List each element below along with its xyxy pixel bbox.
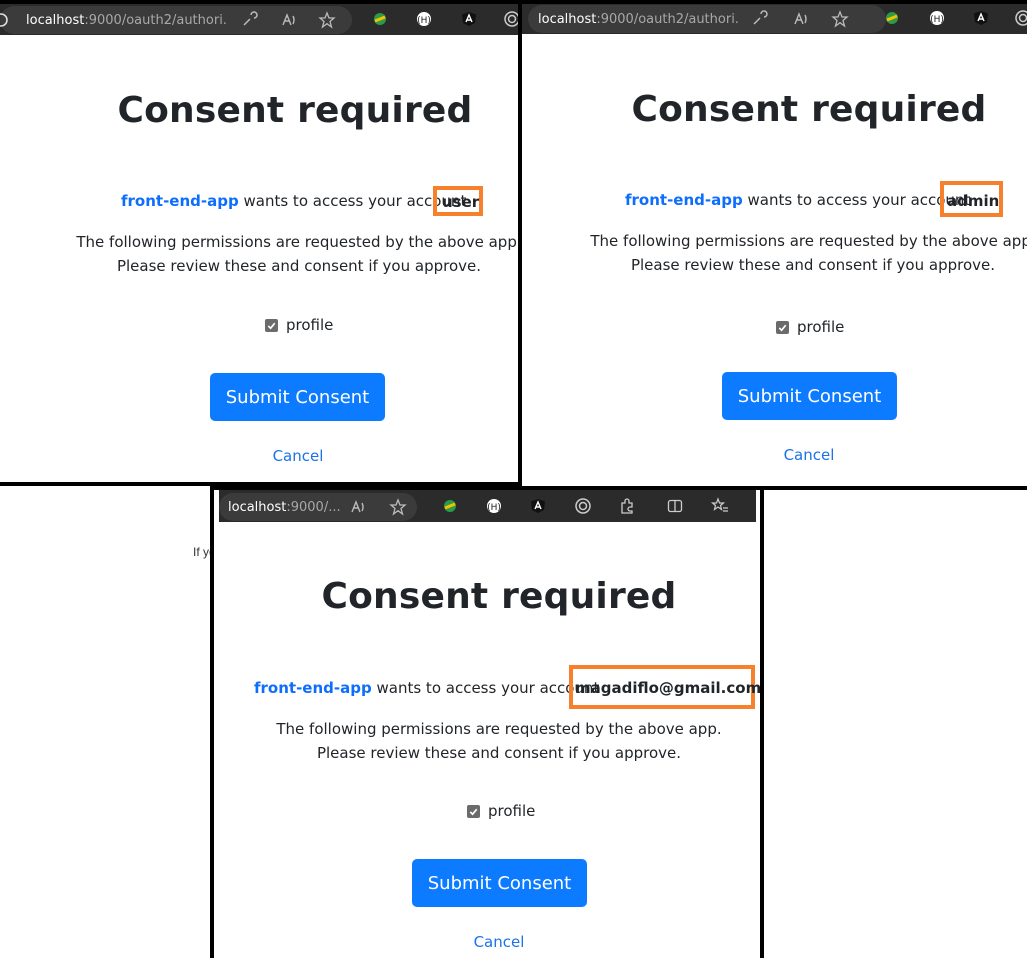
angular-icon[interactable] (529, 497, 547, 515)
cancel-link[interactable]: Cancel (449, 933, 549, 951)
extension-globe-icon[interactable] (883, 9, 901, 27)
permissions-info-line2: Please review these and consent if you a… (316, 744, 682, 762)
address-bar[interactable]: localhost:9000/oauth2/authori... (0, 6, 352, 34)
permissions-info-line1: The following permissions are requested … (76, 233, 522, 251)
extension-h-icon[interactable]: (H) (485, 497, 503, 515)
extension-h-icon[interactable]: (H) (415, 10, 433, 28)
scope-label: profile (286, 316, 334, 334)
extension-globe-icon[interactable] (441, 497, 459, 515)
permissions-info-line1: The following permissions are requested … (590, 232, 1027, 250)
account-request-line: front-end-app wants to access your accou… (121, 192, 466, 210)
submit-consent-button[interactable]: Submit Consent (722, 372, 897, 420)
favorite-star-icon[interactable] (389, 498, 407, 516)
angular-icon[interactable] (972, 9, 990, 27)
read-aloud-icon[interactable] (280, 11, 298, 29)
extension-globe-icon[interactable] (371, 10, 389, 28)
profile-checkbox[interactable] (265, 318, 278, 332)
scope-profile[interactable]: profile (776, 318, 844, 336)
consent-panel-email: localhost:9000/... (H) Consent required … (214, 490, 760, 958)
svg-text:(H): (H) (930, 15, 944, 25)
extension-h-icon[interactable]: (H) (928, 9, 946, 27)
reader-mode-icon[interactable] (240, 11, 258, 29)
url-path: :9000/... (286, 499, 341, 515)
account-name: admin (947, 192, 1000, 210)
browser-toolbar: localhost:9000/oauth2/authori... (H) (522, 2, 1027, 34)
scope-label: profile (797, 318, 845, 336)
target-extension-icon[interactable] (574, 497, 592, 515)
page-title: Consent required (321, 576, 677, 617)
url-path: :9000/oauth2/authori... (84, 12, 226, 28)
svg-text:(H): (H) (417, 16, 431, 26)
refresh-icon[interactable] (0, 11, 10, 29)
scope-profile[interactable]: profile (265, 316, 333, 334)
client-app-name: front-end-app (625, 191, 743, 209)
cancel-link[interactable]: Cancel (759, 446, 859, 464)
page-title: Consent required (117, 90, 473, 131)
access-text: wants to access your account (376, 679, 600, 697)
client-app-name: front-end-app (121, 192, 239, 210)
submit-consent-button[interactable]: Submit Consent (412, 859, 587, 907)
consent-panel-admin: localhost:9000/oauth2/authori... (H) Con… (522, 0, 1027, 486)
favorites-list-icon[interactable] (711, 497, 729, 515)
submit-consent-button[interactable]: Submit Consent (210, 373, 385, 421)
scope-profile[interactable]: profile (467, 802, 535, 820)
split-screen-icon[interactable] (666, 497, 684, 515)
permissions-info-line2: Please review these and consent if you a… (630, 256, 996, 274)
permissions-info-line2: Please review these and consent if you a… (116, 257, 482, 275)
url-host: localhost (228, 499, 287, 515)
browser-toolbar: localhost:9000/... (H) (219, 490, 756, 522)
account-request-line: front-end-app wants to access your accou… (254, 679, 599, 697)
favorite-star-icon[interactable] (318, 11, 336, 29)
account-request-line: front-end-app wants to access your accou… (625, 191, 970, 209)
favorite-star-icon[interactable] (831, 10, 849, 28)
account-name: magadiflo@gmail.com (575, 679, 760, 697)
scope-label: profile (488, 802, 536, 820)
cancel-link[interactable]: Cancel (248, 447, 348, 465)
reader-mode-icon[interactable] (750, 10, 768, 28)
account-name: user (442, 193, 480, 211)
permissions-info-line1: The following permissions are requested … (276, 720, 722, 738)
svg-text:(H): (H) (487, 503, 501, 513)
angular-icon[interactable] (460, 10, 478, 28)
target-extension-icon[interactable] (1014, 9, 1027, 27)
stray-text-fragment: If yo (193, 545, 211, 559)
consent-panel-user: localhost:9000/oauth2/authori... (H) Con… (0, 0, 522, 486)
access-text: wants to access your account (747, 191, 971, 209)
read-aloud-icon[interactable] (792, 10, 810, 28)
client-app-name: front-end-app (254, 679, 372, 697)
extensions-puzzle-icon[interactable] (618, 497, 636, 515)
address-bar[interactable]: localhost:9000/... (219, 493, 417, 521)
read-aloud-icon[interactable] (349, 498, 367, 516)
page-title: Consent required (631, 89, 987, 130)
target-extension-icon[interactable] (503, 10, 521, 28)
profile-checkbox[interactable] (776, 320, 789, 334)
url-path: :9000/oauth2/authori... (596, 11, 738, 27)
browser-toolbar: localhost:9000/oauth2/authori... (H) (0, 3, 522, 35)
address-bar[interactable]: localhost:9000/oauth2/authori... (528, 5, 886, 33)
url-host: localhost (26, 12, 85, 28)
url-host: localhost (538, 11, 597, 27)
profile-checkbox[interactable] (467, 804, 480, 818)
